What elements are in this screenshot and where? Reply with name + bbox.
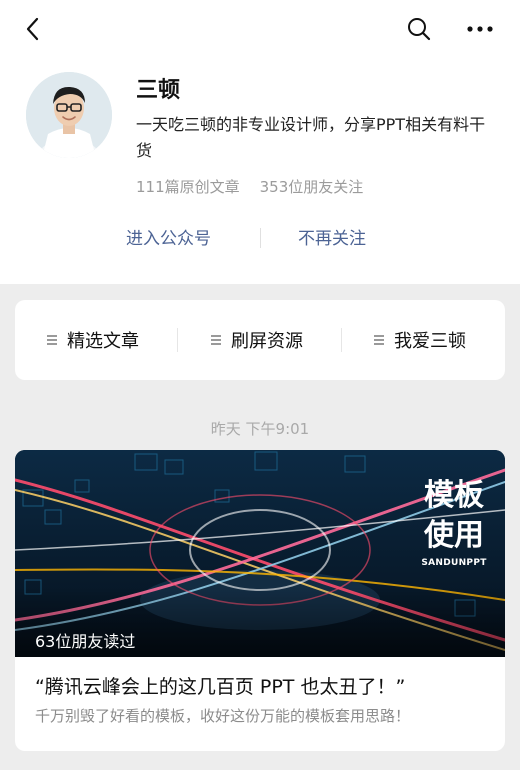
menu-icon: [374, 335, 386, 345]
avatar[interactable]: [26, 72, 112, 158]
menu-divider: [177, 328, 178, 352]
account-stats: 111篇原创文章 353位朋友关注: [136, 176, 363, 197]
unfollow-button[interactable]: 不再关注: [298, 224, 366, 249]
more-horizontal-icon[interactable]: [464, 14, 496, 44]
cover-brand: SANDUNPPT: [421, 558, 487, 568]
article-title: “腾讯云峰会上的这几百页 PPT 也太丑了！”: [35, 676, 406, 698]
action-divider: [260, 228, 261, 248]
account-menu-bar: 精选文章 刷屏资源 我爱三顿: [15, 300, 505, 380]
account-description: 一天吃三顿的非专业设计师，分享PPT相关有料干货: [136, 115, 486, 160]
articles-count: 111篇原创文章: [136, 178, 240, 196]
read-count: 63位朋友读过: [35, 632, 136, 651]
top-nav-bar: [0, 0, 520, 58]
profile-actions: 进入公众号 不再关注: [0, 224, 520, 254]
search-icon[interactable]: [404, 14, 434, 44]
cover-title-line: 模板: [424, 478, 484, 513]
menu-item-label: 我爱三顿: [394, 331, 466, 352]
article-subtitle: 千万别毁了好看的模板，收好这份万能的模板套用思路！: [35, 707, 411, 725]
cover-title: 模板 使用: [419, 476, 489, 556]
followers-count: 353位朋友关注: [259, 178, 364, 196]
menu-item-label: 精选文章: [67, 331, 139, 352]
article-card[interactable]: 模板 使用 SANDUNPPT 63位朋友读过 “腾讯云峰会上的这几百页 PPT…: [15, 450, 505, 751]
menu-icon: [47, 335, 59, 345]
message-timestamp: 昨天 下午9:01: [210, 420, 310, 438]
enter-account-button[interactable]: 进入公众号: [126, 224, 211, 249]
menu-item-label: 刷屏资源: [231, 331, 303, 352]
chevron-left-icon[interactable]: [18, 14, 48, 44]
account-name: 三顿: [136, 78, 181, 103]
account-profile-card: 三顿 一天吃三顿的非专业设计师，分享PPT相关有料干货 111篇原创文章 353位…: [0, 58, 520, 284]
menu-item-featured-articles[interactable]: 精选文章: [47, 300, 139, 380]
menu-item-i-love-sandun[interactable]: 我爱三顿: [374, 300, 466, 380]
cover-title-line: 使用: [424, 518, 484, 553]
article-cover-image: 模板 使用 SANDUNPPT 63位朋友读过: [15, 450, 505, 657]
menu-divider: [341, 328, 342, 352]
menu-icon: [211, 335, 223, 345]
menu-item-trending-resources[interactable]: 刷屏资源: [211, 300, 303, 380]
